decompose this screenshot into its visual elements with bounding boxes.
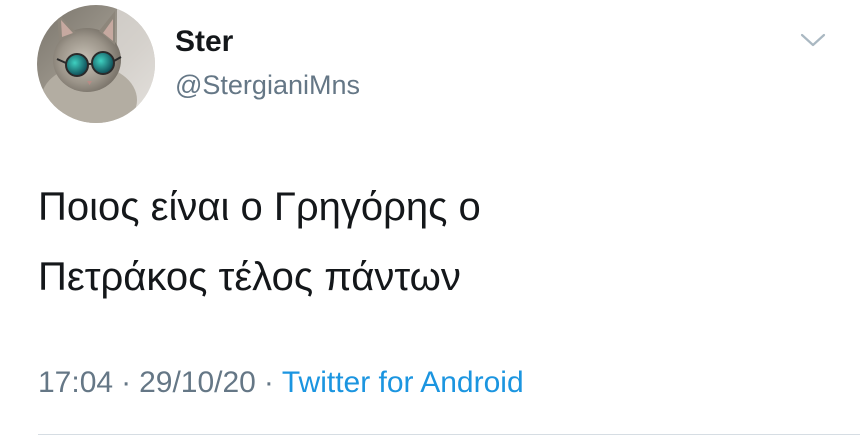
user-handle[interactable]: @StergianiMns [175, 70, 360, 101]
tweet-menu-button[interactable] [798, 28, 828, 50]
tweet-card: Ster @StergianiMns Ποιος είναι ο Γρηγόρη… [0, 0, 860, 438]
avatar[interactable] [37, 5, 155, 123]
tweet-text-line: Ποιος είναι ο Γρηγόρης ο [38, 185, 481, 229]
cat-avatar-icon [37, 5, 155, 123]
tweet-text-line: Πετράκος τέλος πάντων [38, 255, 461, 299]
tweet-source-link[interactable]: Twitter for Android [282, 366, 524, 399]
chevron-down-icon [800, 33, 826, 47]
tweet-time[interactable]: 17:04 [38, 366, 113, 399]
display-name[interactable]: Ster [175, 25, 233, 59]
divider [38, 434, 860, 435]
tweet-text: Ποιος είναι ο Γρηγόρης ο Πετράκος τέλος … [38, 172, 798, 312]
meta-separator: · [121, 366, 132, 399]
tweet-date[interactable]: 29/10/20 [139, 366, 256, 399]
meta-separator: · [263, 366, 274, 399]
tweet-metadata: 17:04 · 29/10/20 · Twitter for Android [38, 366, 524, 400]
